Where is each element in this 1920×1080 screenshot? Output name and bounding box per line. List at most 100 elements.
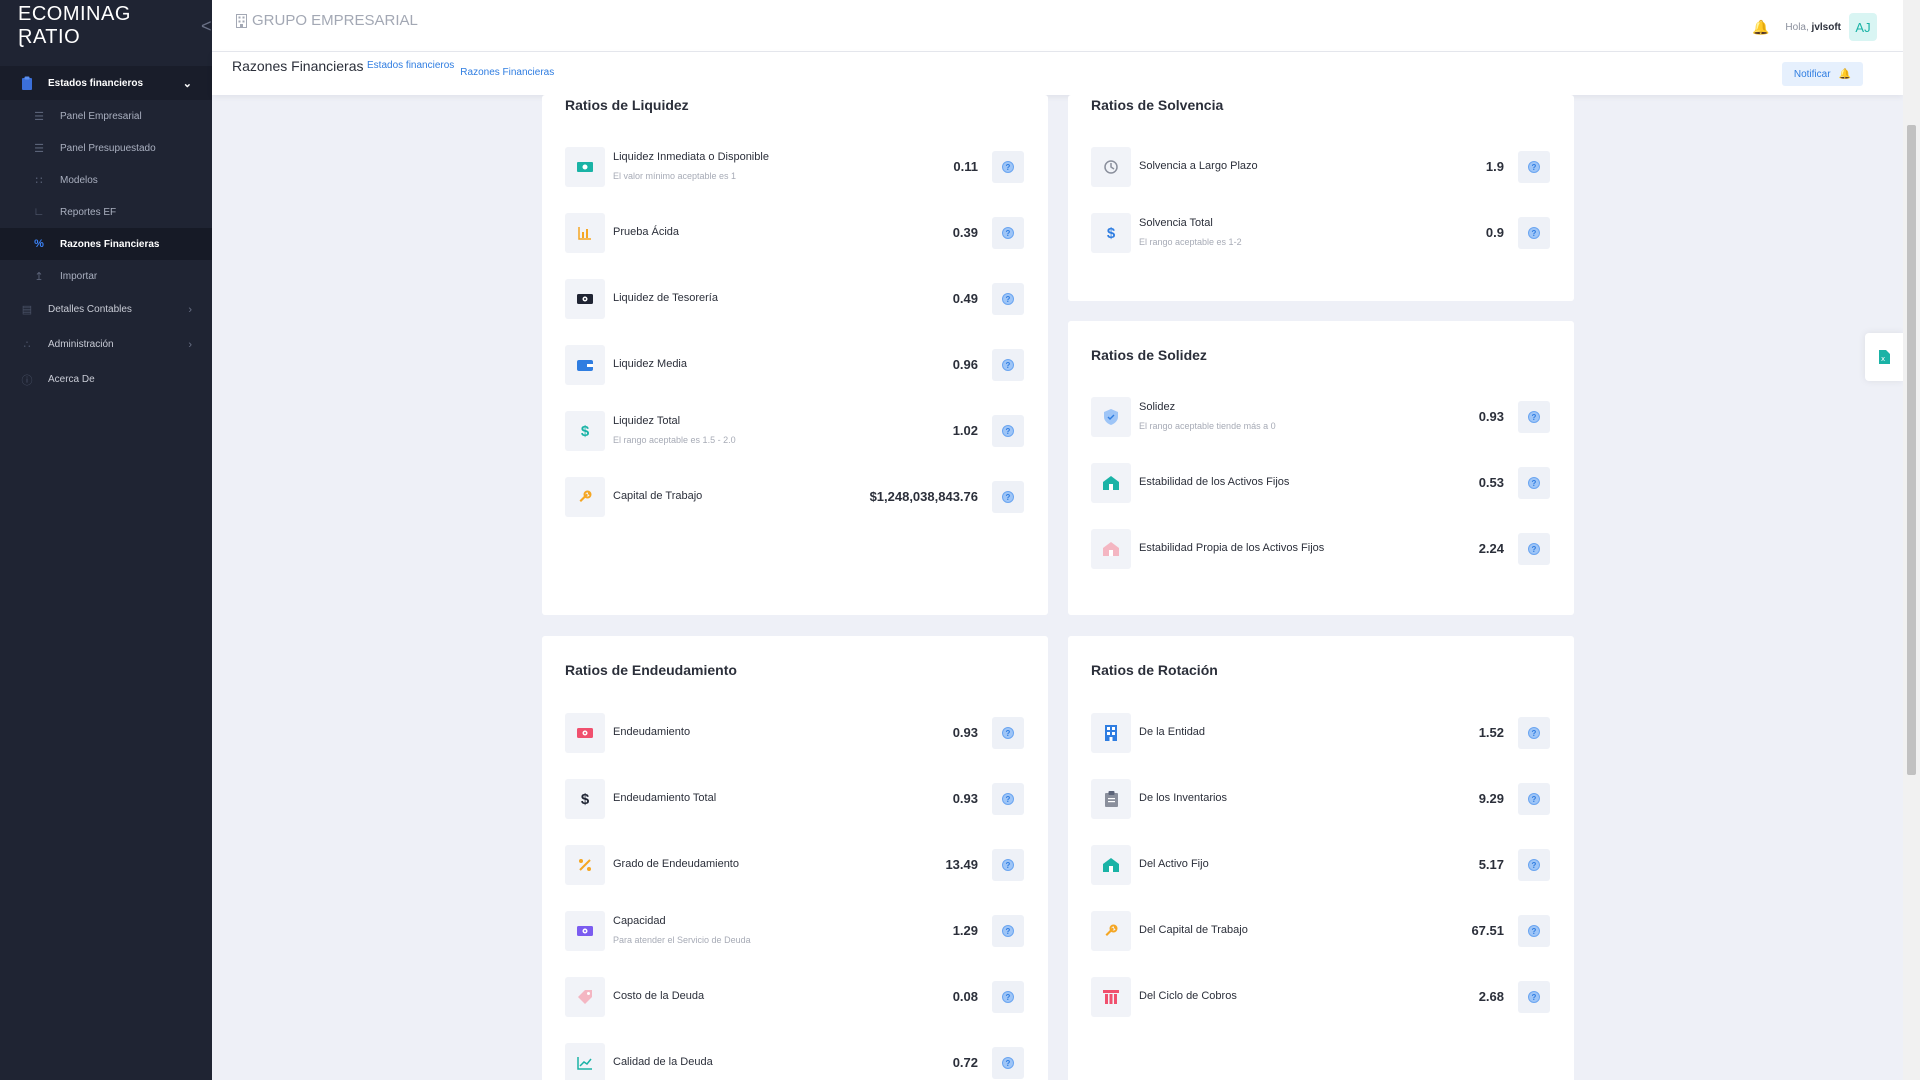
ratio-value: 0.9 <box>1485 225 1504 240</box>
chart-icon: ∟ <box>33 206 45 218</box>
ratio-value: 1.9 <box>1485 159 1504 174</box>
card-title: Ratios de Endeudamiento <box>565 662 737 678</box>
card-title: Ratios de Rotación <box>1091 662 1218 678</box>
question-icon: ? <box>1002 925 1014 937</box>
help-button[interactable]: ? <box>992 481 1024 513</box>
clipboard-icon <box>1091 779 1131 819</box>
dollar-icon: $ <box>1091 213 1131 253</box>
help-button[interactable]: ? <box>992 783 1024 815</box>
ratio-value: 2.24 <box>1478 541 1504 556</box>
sidebar-group-estados-financieros[interactable]: Estados financieros ⌄ <box>0 66 212 100</box>
help-button[interactable]: ? <box>1518 783 1550 815</box>
help-button[interactable]: ? <box>992 349 1024 381</box>
card-solidez: Ratios de Solidez Solidez El rango acepta… <box>1068 321 1574 615</box>
ratio-label: Solidez <box>1139 401 1176 413</box>
ratio-value: $1,248,038,843.76 <box>869 489 978 504</box>
sidebar-item-razones-financieras[interactable]: % Razones Financieras <box>0 228 212 260</box>
bell-icon[interactable]: 🔔 <box>1752 19 1769 36</box>
breadcrumb-razones-financieras[interactable]: Razones Financieras <box>460 67 554 78</box>
notify-label: Notificar <box>1793 68 1831 80</box>
ratio-value: 0.93 <box>952 725 978 740</box>
question-icon: ? <box>1002 793 1014 805</box>
ratio-row-de-la-entidad: De la Entidad 1.52? <box>1091 713 1550 753</box>
ratio-label: Estabilidad de los Activos Fijos <box>1139 476 1290 488</box>
question-icon: ? <box>1528 227 1540 239</box>
greeting: Hola, jvlsoft <box>1785 22 1841 33</box>
sidebar-item-acerca-de[interactable]: ⓘ Acerca De <box>0 362 212 397</box>
help-button[interactable]: ? <box>992 1047 1024 1079</box>
ratio-row-solidez: Solidez El rango aceptable tiende más a 0… <box>1091 397 1550 437</box>
ratio-value: 0.08 <box>952 989 978 1004</box>
sidebar-item-panel-empresarial[interactable]: ☰ Panel Empresarial <box>0 100 212 132</box>
help-button[interactable]: ? <box>1518 151 1550 183</box>
sidebar-item-importar[interactable]: ↥ Importar <box>0 260 212 292</box>
question-icon: ? <box>1002 1057 1014 1069</box>
bar-chart-icon <box>565 213 605 253</box>
sidebar-item-panel-presupuestado[interactable]: ☰ Panel Presupuestado <box>0 132 212 164</box>
info-icon: ⓘ <box>21 374 33 387</box>
ratio-row-solvencia-total: $ Solvencia Total El rango aceptable es 1-… <box>1091 213 1550 253</box>
help-button[interactable]: ? <box>992 915 1024 947</box>
help-button[interactable]: ? <box>992 151 1024 183</box>
scrollbar[interactable] <box>1903 0 1920 1080</box>
sidebar-item-reportes-ef[interactable]: ∟ Reportes EF <box>0 196 212 228</box>
sidebar-item-label: Panel Empresarial <box>60 110 142 122</box>
sidebar-item-modelos[interactable]: ∷ Modelos <box>0 164 212 196</box>
app-logo[interactable]: ECOMINAG ⱤATIO < <box>0 0 212 52</box>
sidebar-item-label: Importar <box>60 270 98 282</box>
ratio-value: 0.72 <box>952 1055 978 1070</box>
sidebar-item-administracion[interactable]: ∴ Administración › <box>0 327 212 362</box>
ratio-value: 2.68 <box>1478 989 1504 1004</box>
ratio-label: Del Ciclo de Cobros <box>1139 990 1237 1002</box>
help-button[interactable]: ? <box>1518 467 1550 499</box>
ratio-value: 1.52 <box>1478 725 1504 740</box>
list-icon: ☰ <box>34 110 44 123</box>
logo-text: ECOMINAG ⱤATIO <box>18 3 131 48</box>
page-header: Razones Financieras Estados financieros … <box>212 52 1903 95</box>
ratio-value: 5.17 <box>1478 857 1504 872</box>
help-button[interactable]: ? <box>992 717 1024 749</box>
ratio-value: 9.29 <box>1478 791 1504 806</box>
ratio-value: 0.49 <box>952 291 978 306</box>
help-button[interactable]: ? <box>1518 717 1550 749</box>
columns-icon <box>1091 977 1131 1017</box>
ratio-label: Liquidez Media <box>613 358 687 370</box>
ratio-row-costo-de-la-deuda: Costo de la Deuda 0.08? <box>565 977 1024 1017</box>
help-button[interactable]: ? <box>1518 401 1550 433</box>
question-icon: ? <box>1528 925 1540 937</box>
percent-icon <box>565 845 605 885</box>
help-button[interactable]: ? <box>1518 981 1550 1013</box>
company-selector[interactable]: GRUPO EMPRESARIAL <box>236 12 418 29</box>
breadcrumb-estados-financieros[interactable]: Estados financieros <box>367 60 454 78</box>
help-button[interactable]: ? <box>1518 915 1550 947</box>
ratio-hint: El rango aceptable es 1.5 - 2.0 <box>613 435 736 445</box>
export-excel-button[interactable]: x <box>1865 333 1903 381</box>
scrollbar-thumb[interactable] <box>1907 125 1916 775</box>
bell-icon: 🔔 <box>1838 68 1851 80</box>
card-title: Ratios de Liquidez <box>565 97 689 113</box>
help-button[interactable]: ? <box>1518 849 1550 881</box>
help-button[interactable]: ? <box>992 981 1024 1013</box>
help-button[interactable]: ? <box>992 849 1024 881</box>
ratio-row-liquidez-total: $ Liquidez Total El rango aceptable es 1.5… <box>565 411 1024 451</box>
avatar[interactable]: AJ <box>1849 13 1877 41</box>
help-button[interactable]: ? <box>1518 533 1550 565</box>
question-icon: ? <box>1528 543 1540 555</box>
notify-button[interactable]: Notificar 🔔 <box>1781 62 1863 86</box>
ratio-label: Prueba Ácida <box>613 226 680 238</box>
ratio-value: 0.53 <box>1478 475 1504 490</box>
sidebar-item-label: Acerca De <box>48 374 95 385</box>
question-icon: ? <box>1002 359 1014 371</box>
dollar-icon: $ <box>565 779 605 819</box>
ratio-label: De la Entidad <box>1139 726 1206 738</box>
ratio-row-capital-de-trabajo: Capital de Trabajo $1,248,038,843.76? <box>565 477 1024 517</box>
ratio-label: Endeudamiento Total <box>613 792 717 804</box>
sidebar-item-detalles-contables[interactable]: ▤ Detalles Contables › <box>0 292 212 327</box>
help-button[interactable]: ? <box>992 217 1024 249</box>
help-button[interactable]: ? <box>1518 217 1550 249</box>
help-button[interactable]: ? <box>992 415 1024 447</box>
collapse-sidebar-icon[interactable]: < <box>201 16 212 37</box>
help-button[interactable]: ? <box>992 283 1024 315</box>
list-icon: ☰ <box>34 142 44 155</box>
ratio-row-liquidez-inmediata-o-disponible: Liquidez Inmediata o Disponible El valor … <box>565 147 1024 187</box>
